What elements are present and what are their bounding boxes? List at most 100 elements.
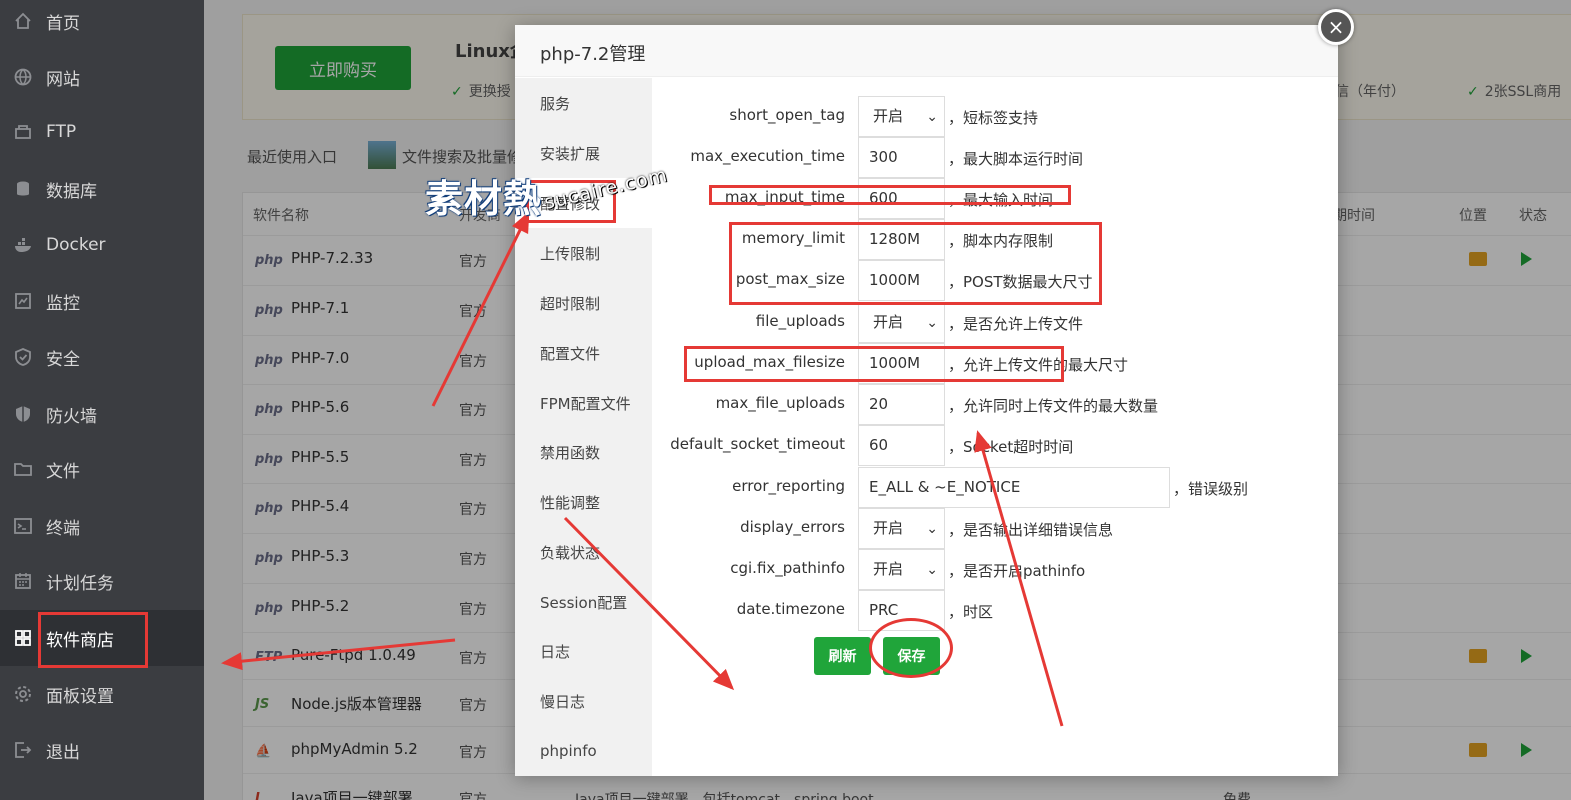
software-name[interactable]: Java项目一键部署 [291, 787, 413, 800]
software-name[interactable]: PHP-7.0 [291, 349, 349, 367]
play-icon[interactable] [1521, 743, 1532, 757]
software-developer: 官方 [459, 792, 487, 800]
dialog-menu-item[interactable]: phpinfo [515, 726, 652, 776]
php-logo-icon: php [255, 452, 283, 467]
config-select[interactable]: 开启 ⌄ [858, 508, 945, 549]
software-developer: 官方 [459, 304, 487, 320]
sidebar-item-label: 首页 [46, 13, 80, 34]
grid-icon [12, 627, 34, 649]
dialog-menu-item[interactable]: 服务 [515, 78, 652, 128]
dialog-title: php-7.2管理 [540, 44, 646, 65]
sidebar-item-docker[interactable]: Docker [0, 217, 204, 273]
sidebar-item-database[interactable]: 数据库 [0, 161, 204, 217]
config-label: error_reporting [732, 477, 845, 495]
sidebar-item-firewall[interactable]: 防火墙 [0, 386, 204, 442]
config-select[interactable]: 开启 ⌄ [858, 549, 945, 590]
sidebar-item-settings[interactable]: 面板设置 [0, 666, 204, 722]
sidebar-item-logout[interactable]: 退出 [0, 722, 204, 778]
sidebar-item-label: 文件 [46, 461, 80, 482]
config-select[interactable]: 开启 ⌄ [858, 302, 945, 343]
config-description: ，短标签支持 [948, 109, 1039, 127]
config-input[interactable]: 20 [858, 384, 945, 425]
software-name[interactable]: PHP-5.2 [291, 597, 349, 615]
php-logo-icon: php [255, 551, 283, 566]
play-icon[interactable] [1521, 649, 1532, 663]
config-label: short_open_tag [729, 106, 845, 124]
promo-feature: ✓ 2张SSL商用 [1467, 84, 1562, 100]
annotation-ellipse-save [869, 618, 953, 678]
dialog-header: php-7.2管理 [515, 25, 1338, 77]
annotation-box-input-time [709, 185, 1071, 205]
sidebar-item-label: 面板设置 [46, 686, 114, 707]
table-row: J Java项目一键部署 官方 Java项目一键部署，包括tomcat，spri… [243, 773, 1571, 800]
dialog-menu-item[interactable]: 负载状态 [515, 527, 652, 577]
sidebar-item-label: 退出 [46, 742, 80, 763]
config-row: display_errors 开启 ⌄ ，是否输出详细错误信息 [652, 508, 1338, 549]
dialog-menu-item[interactable]: 慢日志 [515, 676, 652, 726]
dialog-menu-item[interactable]: FPM配置文件 [515, 378, 652, 428]
config-description: ，时区 [948, 603, 994, 621]
software-name[interactable]: phpMyAdmin 5.2 [291, 740, 418, 758]
column-header-expire: 期时间 [1333, 208, 1375, 224]
sidebar-item-websites[interactable]: 网站 [0, 49, 204, 105]
config-input[interactable]: E_ALL & ~E_NOTICE [858, 467, 1170, 508]
config-input[interactable]: 300 [858, 137, 945, 178]
software-name[interactable]: PHP-5.6 [291, 398, 349, 416]
chevron-down-icon: ⌄ [926, 315, 938, 331]
config-row: short_open_tag 开启 ⌄ ，短标签支持 [652, 96, 1338, 137]
refresh-button[interactable]: 刷新 [814, 637, 871, 675]
folder-icon[interactable] [1469, 252, 1487, 266]
config-input[interactable]: 60 [858, 425, 945, 466]
software-description: Java项目一键部署，包括tomcat，spring boot [575, 792, 874, 800]
php-logo-icon: php [255, 501, 283, 516]
software-name[interactable]: Node.js版本管理器 [291, 693, 422, 714]
sidebar-item-label: 数据库 [46, 181, 97, 202]
config-description: ，错误级别 [1173, 480, 1249, 498]
sidebar-item-ftp[interactable]: FTP [0, 104, 204, 160]
software-developer: 官方 [459, 698, 487, 714]
software-name[interactable]: PHP-5.3 [291, 547, 349, 565]
software-name[interactable]: PHP-5.5 [291, 448, 349, 466]
sidebar-item-files[interactable]: 文件 [0, 441, 204, 497]
config-select[interactable]: 开启 ⌄ [858, 96, 945, 137]
software-name[interactable]: PHP-5.4 [291, 497, 349, 515]
chevron-down-icon: ⌄ [926, 521, 938, 537]
sidebar-item-terminal[interactable]: 终端 [0, 498, 204, 554]
sidebar-item-home[interactable]: 首页 [0, 0, 204, 49]
buy-now-button[interactable]: 立即购买 [275, 46, 411, 90]
watermark-url: sucaire.com [542, 164, 670, 214]
sidebar-item-label: Docker [46, 235, 106, 255]
promo-feature: ✓ 更换授 [451, 84, 511, 100]
check-icon: ✓ [451, 84, 463, 100]
dialog-menu-item[interactable]: 日志 [515, 626, 652, 676]
software-name[interactable]: PHP-7.2.33 [291, 249, 373, 267]
column-header-location: 位置 [1459, 208, 1487, 224]
phpmyadmin-logo-icon: ⛵ [255, 744, 272, 759]
software-name[interactable]: Pure-Ftpd 1.0.49 [291, 646, 416, 664]
php-logo-icon: php [255, 353, 283, 368]
play-icon[interactable] [1521, 252, 1532, 266]
docker-icon [12, 234, 34, 256]
php-logo-icon: php [255, 303, 283, 318]
dialog-menu-item[interactable]: 禁用函数 [515, 427, 652, 477]
sidebar-item-security[interactable]: 安全 [0, 329, 204, 385]
close-icon[interactable]: × [1318, 9, 1354, 45]
sidebar-item-cron[interactable]: 计划任务 [0, 553, 204, 609]
folder-icon[interactable] [1469, 649, 1487, 663]
software-name[interactable]: PHP-7.1 [291, 299, 349, 317]
recent-item-link[interactable]: 文件搜索及批量修 [402, 146, 522, 167]
dialog-menu-item[interactable]: 性能调整 [515, 477, 652, 527]
dialog-menu-item[interactable]: 配置文件 [515, 328, 652, 378]
recent-item-thumbnail[interactable] [368, 141, 396, 169]
software-developer: 官方 [459, 254, 487, 270]
folder-icon[interactable] [1469, 743, 1487, 757]
column-header-status: 状态 [1519, 208, 1547, 224]
dialog-menu-item[interactable]: Session配置 [515, 577, 652, 627]
watermark-logo: 素材熱 [425, 177, 543, 221]
watermark: 素材熱 sucaire.com [425, 164, 670, 228]
sidebar-item-monitor[interactable]: 监控 [0, 273, 204, 329]
dialog-menu-item[interactable]: 上传限制 [515, 228, 652, 278]
config-label: max_file_uploads [715, 394, 845, 412]
dialog-menu-item[interactable]: 超时限制 [515, 278, 652, 328]
sidebar-item-label: 监控 [46, 293, 80, 314]
